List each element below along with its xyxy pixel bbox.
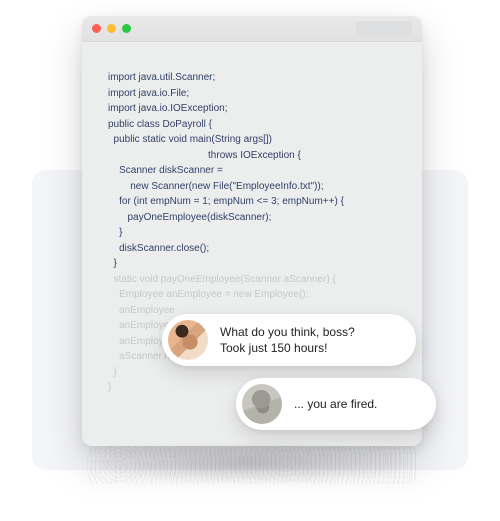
code-line: for (int empNum = 1; empNum <= 3; empNum… (108, 196, 344, 207)
chat-bubble-boss: ... you are fired. (236, 378, 436, 430)
code-line: import java.io.File; (108, 88, 189, 99)
avatar-boss (242, 384, 282, 424)
chat-bubble-employee: What do you think, boss? Took just 150 h… (162, 314, 416, 366)
maximize-icon[interactable] (122, 24, 131, 33)
code-line-faded: } (108, 367, 117, 378)
code-line: Scanner diskScanner = (108, 165, 223, 176)
code-line: diskScanner.close(); (108, 243, 209, 254)
code-line: public class DoPayroll { (108, 119, 212, 130)
code-line: } (108, 227, 122, 238)
code-line: import java.util.Scanner; (108, 72, 215, 83)
chat-line: What do you think, boss? (220, 325, 355, 339)
code-line-faded: } (108, 382, 111, 393)
code-line: } (108, 258, 117, 269)
window-shadow-noise (86, 446, 418, 484)
code-line: public static void main(String args[]) (108, 134, 272, 145)
code-line-faded: anEmployee (108, 305, 175, 316)
minimize-icon[interactable] (107, 24, 116, 33)
code-line-faded: static void payOneEmployee(Scanner aScan… (108, 274, 336, 285)
chat-line: Took just 150 hours! (220, 341, 327, 355)
code-line: import java.io.IOException; (108, 103, 228, 114)
code-line-faded: Employee anEmployee = new Employee(); (108, 289, 308, 300)
code-line: payOneEmployee(diskScanner); (108, 212, 271, 223)
code-line: new Scanner(new File("EmployeeInfo.txt")… (108, 181, 324, 192)
window-tab-placeholder (356, 21, 412, 37)
chat-text: ... you are fired. (294, 396, 377, 412)
window-titlebar (82, 16, 422, 42)
code-line: throws IOException { (108, 150, 301, 161)
chat-text: What do you think, boss? Took just 150 h… (220, 324, 355, 356)
avatar-employee (168, 320, 208, 360)
close-icon[interactable] (92, 24, 101, 33)
